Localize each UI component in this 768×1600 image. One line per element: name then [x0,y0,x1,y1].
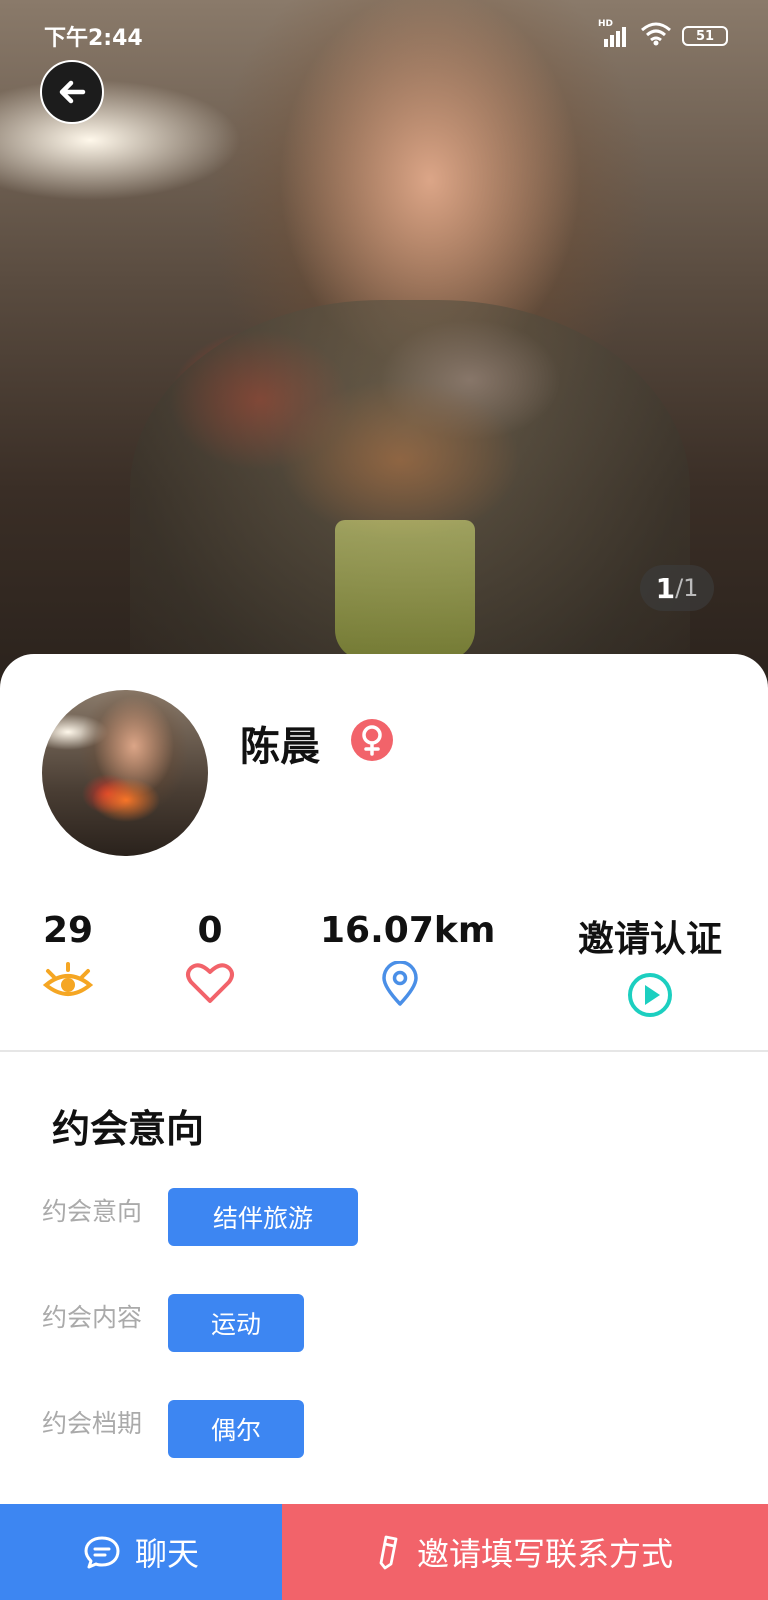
chat-button[interactable]: 聊天 [0,1504,282,1600]
stat-likes: 0 [172,910,248,1005]
pencil-icon [379,1535,398,1570]
row-label-content: 约会内容 [42,1303,143,1332]
invite-contact-button[interactable]: 邀请填写联系方式 [282,1504,768,1600]
stat-verify[interactable]: 邀请认证 [570,910,730,1018]
tag-schedule: 偶尔 [168,1400,304,1458]
row-label-intent: 约会意向 [42,1197,143,1226]
status-bar: 下午2:44 HD 51 [44,19,728,52]
photo-counter: 1 /1 [640,565,714,611]
arrow-left-icon [59,80,86,104]
divider [0,1050,768,1052]
wifi-icon [640,22,672,50]
tag-intent: 结伴旅游 [168,1188,358,1246]
photo-counter-current: 1 [655,571,676,605]
profile-name: 陈晨 [240,724,320,770]
stat-distance-value: 16.07km [320,910,496,951]
status-icons: HD 51 [598,19,728,50]
heart-icon [186,963,234,1003]
signal-icon: HD [598,19,630,49]
stat-views: 29 [30,910,106,1005]
stat-verify-value: 邀请认证 [577,919,722,960]
female-icon [351,719,393,761]
stat-likes-value: 0 [197,910,223,951]
eye-icon [42,962,94,996]
location-pin-icon [382,961,418,1006]
avatar[interactable] [42,690,208,856]
status-time: 下午2:44 [44,26,143,51]
battery-icon: 51 [682,26,728,46]
invite-label: 邀请填写联系方式 [416,1535,673,1573]
bottom-action-bar: 聊天 邀请填写联系方式 [0,1504,768,1600]
chat-bubble-icon [84,1536,120,1569]
stats-row: 29 0 16.07km 邀请认证 [0,910,768,1020]
back-button[interactable] [40,60,104,124]
row-label-schedule: 约会档期 [42,1409,143,1438]
section-title: 约会意向 [52,1107,205,1151]
chat-label: 聊天 [134,1535,199,1573]
photo-vase [335,520,475,660]
network-label: HD [598,19,614,29]
play-circle-icon [628,973,672,1017]
stat-distance: 16.07km [320,910,496,1007]
tag-content: 运动 [168,1294,304,1352]
stat-views-value: 29 [42,910,94,951]
photo-counter-total: /1 [675,574,699,602]
